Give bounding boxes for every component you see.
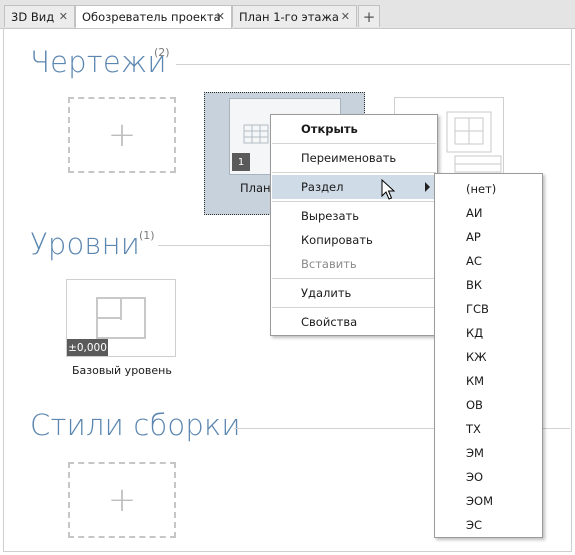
section-title-drawings: Чертежи — [30, 45, 167, 79]
menu-item-delete[interactable]: Удалить — [272, 281, 436, 305]
sheet-number-badge: 1 — [232, 153, 250, 171]
submenu-item[interactable]: ЭО — [436, 465, 541, 489]
section-title-levels: Уровни — [30, 227, 141, 261]
context-menu: Открыть Переименовать Раздел Вырезать Ко… — [270, 114, 438, 336]
section-divider — [176, 64, 570, 65]
submenu-item[interactable]: ЭС — [436, 513, 541, 537]
close-icon[interactable]: ✕ — [341, 10, 350, 23]
menu-item-properties[interactable]: Свойства — [272, 310, 436, 334]
submenu-item[interactable]: ВК — [436, 273, 541, 297]
tab-label: 3D Вид — [11, 9, 55, 24]
submenu-item[interactable]: АИ — [436, 201, 541, 225]
frame-border-right — [571, 28, 572, 552]
add-tab-button[interactable]: + — [358, 5, 380, 27]
add-build-style-button[interactable]: + — [68, 462, 176, 538]
menu-separator — [272, 307, 436, 308]
close-icon[interactable]: ✕ — [216, 10, 225, 23]
elevation-badge: ±0,000 — [67, 339, 108, 356]
menu-separator — [272, 201, 436, 202]
tab-3d-view[interactable]: 3D Вид ✕ — [4, 5, 75, 27]
menu-item-cut[interactable]: Вырезать — [272, 204, 436, 228]
submenu-item[interactable]: КЖ — [436, 345, 541, 369]
tab-bar: 3D Вид ✕ Обозреватель проекта ✕ План 1-г… — [0, 0, 575, 29]
submenu-item[interactable]: ЭОМ — [436, 489, 541, 513]
frame-border-bottom — [3, 551, 572, 552]
tab-floor-plan[interactable]: План 1-го этажа ✕ — [232, 5, 357, 27]
level-thumbnail-label: Базовый уровень — [72, 364, 172, 377]
menu-separator — [272, 143, 436, 144]
close-icon[interactable]: ✕ — [59, 10, 68, 23]
submenu-item[interactable]: ЭМ — [436, 441, 541, 465]
menu-separator — [272, 172, 436, 173]
tab-label: План 1-го этажа — [239, 9, 339, 24]
menu-item-paste: Вставить — [301, 257, 357, 271]
submenu-item[interactable]: АС — [436, 249, 541, 273]
submenu-item[interactable]: ГСВ — [436, 297, 541, 321]
submenu-item[interactable]: (нет) — [436, 177, 541, 201]
section-count-levels: (1) — [139, 229, 155, 242]
menu-separator — [272, 278, 436, 279]
section-submenu: (нет) АИ АР АС ВК ГСВ КД КЖ КМ ОВ ТХ ЭМ ЭО ЭОМ ЭС — [434, 173, 543, 538]
plus-icon: + — [107, 480, 137, 520]
section-count-drawings: (2) — [154, 46, 170, 59]
tab-project-browser[interactable]: Обозреватель проекта ✕ — [75, 5, 232, 28]
menu-item-section[interactable]: Раздел — [272, 175, 436, 199]
menu-item-label: Раздел — [301, 180, 344, 194]
menu-item-rename[interactable]: Переименовать — [272, 146, 436, 170]
submenu-item[interactable]: АР — [436, 225, 541, 249]
frame-border-left — [3, 28, 4, 552]
submenu-item[interactable]: ОВ — [436, 393, 541, 417]
menu-item-copy[interactable]: Копировать — [272, 228, 436, 252]
submenu-arrow-icon — [425, 182, 430, 192]
drawing-thumbnail-label: План — [240, 181, 271, 195]
tab-label: Обозреватель проекта — [82, 10, 221, 24]
submenu-item[interactable]: КД — [436, 321, 541, 345]
submenu-item[interactable]: КМ — [436, 369, 541, 393]
section-title-build-styles: Стили сборки — [30, 408, 241, 442]
plus-icon: + — [362, 7, 376, 26]
submenu-item[interactable]: ТХ — [436, 417, 541, 441]
plus-icon: + — [107, 115, 137, 155]
menu-item-open[interactable]: Открыть — [272, 117, 436, 141]
add-drawing-button[interactable]: + — [68, 97, 176, 173]
section-divider — [158, 245, 270, 246]
mouse-cursor-icon — [381, 179, 395, 200]
